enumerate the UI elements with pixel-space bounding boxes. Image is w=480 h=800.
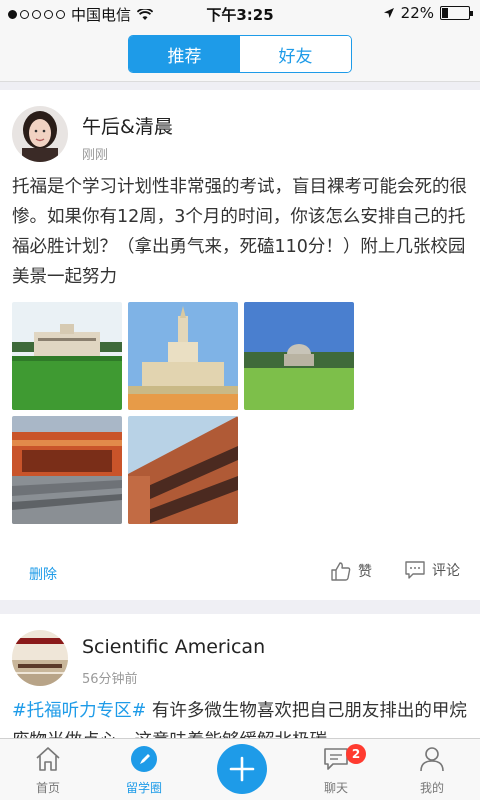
delete-button[interactable]: 删除 — [29, 564, 57, 584]
feed-segmented-control: 推荐 好友 — [128, 35, 352, 73]
post-time: 刚刚 — [82, 148, 109, 163]
author-avatar[interactable] — [12, 630, 68, 686]
author-name[interactable]: 午后&清晨 — [82, 112, 173, 139]
author-avatar[interactable] — [12, 106, 68, 162]
status-bar: 中国电信 下午3:25 22% — [0, 0, 480, 26]
feed-post: 午后&清晨 刚刚 托福是个学习计划性非常强的考试，盲目裸考可能会死的很惨。如果你… — [0, 90, 480, 600]
like-button[interactable]: 赞 — [330, 560, 372, 582]
chat-unread-badge: 2 — [346, 744, 366, 764]
post-body: #托福听力专区# 有许多微生物喜欢把自己朋友排出的甲烷废物当做点心，这意味着能够… — [12, 696, 470, 738]
home-icon — [36, 747, 60, 771]
post-body: 托福是个学习计划性非常强的考试，盲目裸考可能会死的很惨。如果你有12周，3个月的… — [12, 177, 467, 287]
feed-list[interactable]: 午后&清晨 刚刚 托福是个学习计划性非常强的考试，盲目裸考可能会死的很惨。如果你… — [0, 82, 480, 738]
status-right: 22% — [383, 4, 473, 22]
comment-icon — [405, 561, 425, 579]
comment-label: 评论 — [432, 563, 460, 579]
compass-icon — [131, 746, 157, 772]
tab-label: 我的 — [419, 781, 444, 795]
campus-building-photo[interactable] — [12, 302, 122, 410]
post-actions: 删除 赞 评论 — [0, 560, 480, 588]
brick-arena-photo[interactable] — [12, 416, 122, 524]
like-label: 赞 — [358, 564, 372, 580]
profile-icon — [420, 747, 444, 772]
domed-hall-photo[interactable] — [244, 302, 354, 410]
hashtag-link[interactable]: #托福听力专区# — [12, 701, 146, 721]
compose-plus-button[interactable] — [217, 744, 267, 794]
comment-button[interactable]: 评论 — [404, 560, 460, 580]
author-name[interactable]: Scientific American — [82, 636, 265, 658]
tab-profile[interactable]: 我的 — [392, 739, 472, 800]
battery-label: 22% — [400, 4, 434, 22]
brick-building-photo[interactable] — [128, 416, 238, 524]
tab-label: 首页 — [35, 781, 60, 795]
tab-friends[interactable]: 好友 — [240, 36, 351, 72]
thumbs-up-icon — [331, 562, 351, 581]
tab-label: 聊天 — [323, 781, 348, 795]
feed-post: Scientific American 56分钟前 #托福听力专区# 有许多微生… — [0, 614, 480, 738]
top-header: 推荐 好友 — [0, 26, 480, 82]
tab-label: 留学圈 — [125, 781, 162, 795]
plus-icon — [229, 756, 255, 782]
battery-icon — [440, 6, 473, 20]
tower-building-photo[interactable] — [128, 302, 238, 410]
tab-home[interactable]: 首页 — [8, 739, 88, 800]
tab-recommended[interactable]: 推荐 — [129, 36, 240, 72]
post-time: 56分钟前 — [82, 672, 138, 687]
battery-fill — [442, 8, 448, 18]
tab-study-circle[interactable]: 留学圈 — [104, 739, 184, 800]
location-arrow-icon — [383, 8, 394, 18]
